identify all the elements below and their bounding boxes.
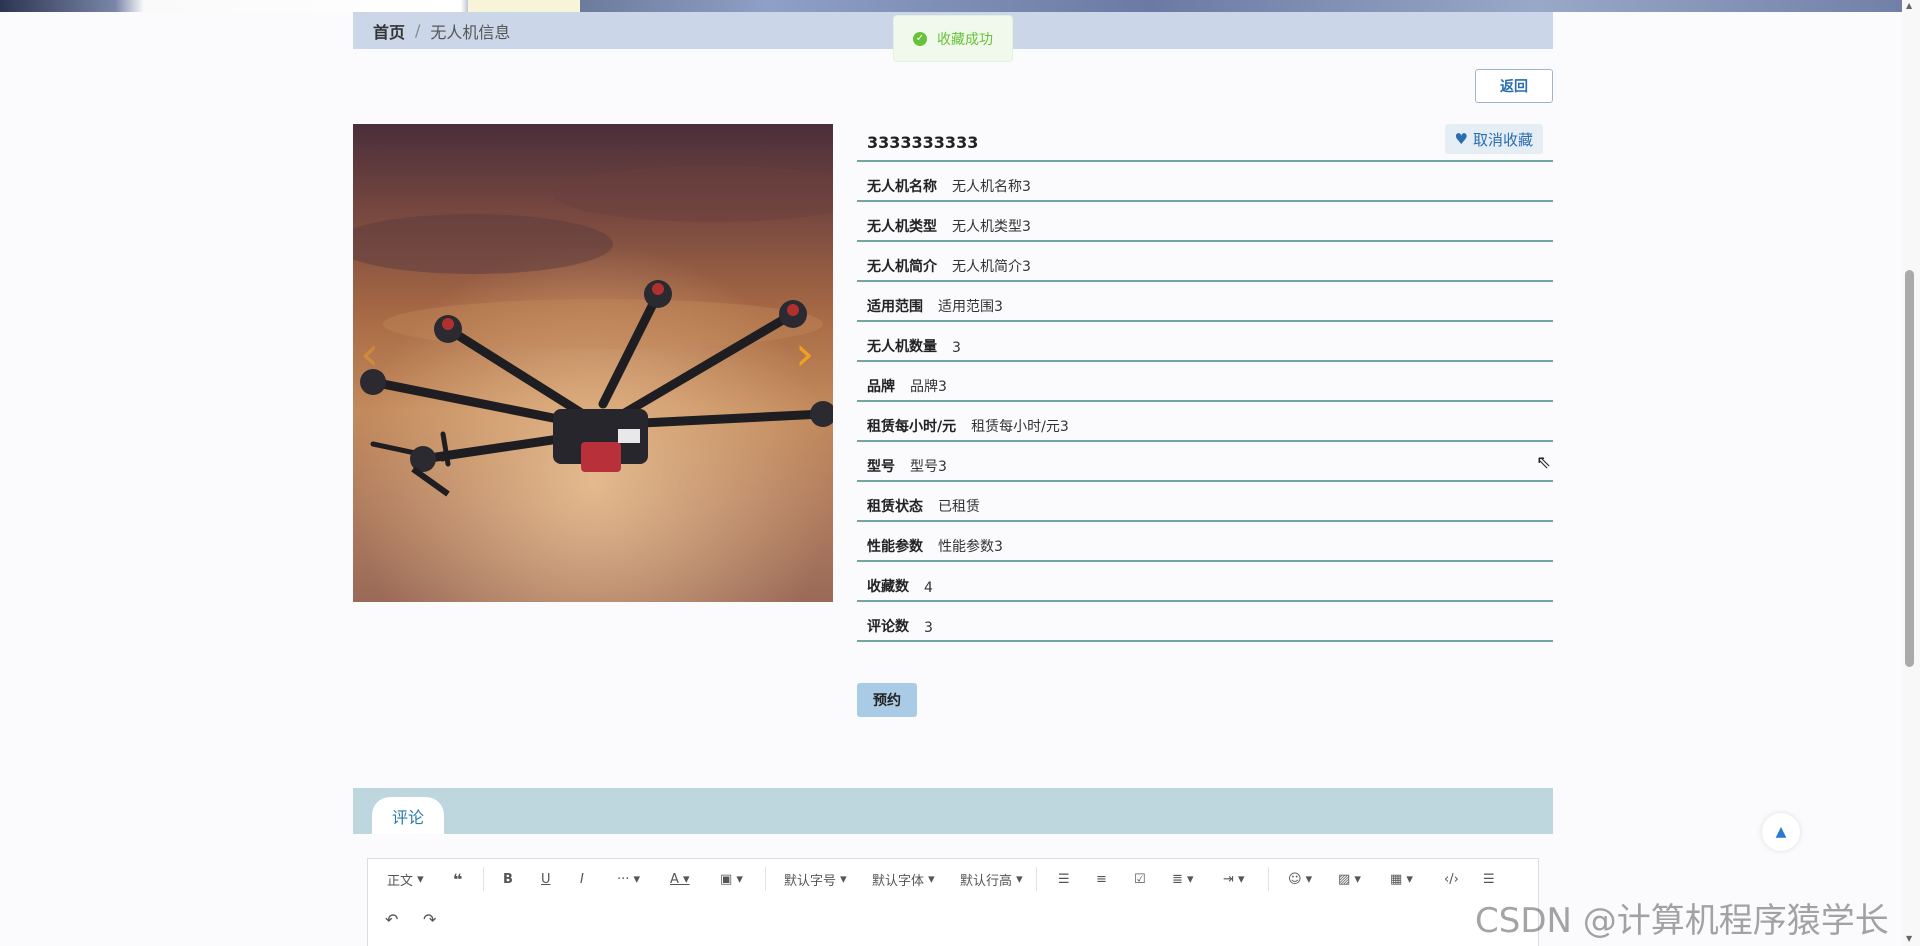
detail-field-row: 无人机名称 无人机名称3 xyxy=(857,162,1553,202)
font-color-icon[interactable]: A ▾ xyxy=(670,859,690,899)
comment-editor[interactable]: 正文 ▾ ❝ B U I ··· ▾ A ▾ ▣ ▾ 默认字号 ▾ 默认字体 ▾… xyxy=(367,858,1539,946)
redo-icon[interactable]: ↷ xyxy=(423,899,436,939)
detail-field-row: 型号 型号3 xyxy=(857,442,1553,482)
bold-icon[interactable]: B xyxy=(503,859,513,899)
font-family-dropdown[interactable]: 默认字体 ▾ xyxy=(872,859,935,899)
heart-icon: ♥ xyxy=(1454,130,1468,148)
toolbar-divider xyxy=(1268,867,1269,891)
field-label: 收藏数 xyxy=(867,579,909,595)
detail-field-row: 收藏数 4 xyxy=(857,562,1553,602)
undo-icon[interactable]: ↶ xyxy=(385,899,398,939)
code-icon[interactable]: ‹/› xyxy=(1444,859,1459,899)
book-button[interactable]: 预约 xyxy=(857,683,917,717)
drone-detail-panel: 3333333333 ♥ 取消收藏 无人机名称 无人机名称3 无人机类型 无人机类型3… xyxy=(857,124,1553,642)
indent-icon[interactable]: ⇥ ▾ xyxy=(1223,859,1245,899)
field-value: 已租赁 xyxy=(938,499,980,515)
bullet-list-icon[interactable]: ☰ xyxy=(1058,859,1070,899)
line-height-dropdown[interactable]: 默认行高 ▾ xyxy=(960,859,1023,899)
field-label: 品牌 xyxy=(867,379,895,395)
check-circle-icon: ✓ xyxy=(913,31,927,46)
detail-field-row: 无人机数量 3 xyxy=(857,322,1553,362)
image-icon[interactable]: ▨ ▾ xyxy=(1338,859,1361,899)
toolbar-divider xyxy=(483,867,484,891)
field-label: 无人机名称 xyxy=(867,179,937,195)
field-label: 无人机数量 xyxy=(867,339,937,355)
detail-field-row: 无人机类型 无人机类型3 xyxy=(857,202,1553,242)
toolbar-divider xyxy=(765,867,766,891)
field-label: 无人机类型 xyxy=(867,219,937,235)
detail-title-row: 3333333333 ♥ 取消收藏 xyxy=(857,124,1553,162)
detail-field-row: 无人机简介 无人机简介3 xyxy=(857,242,1553,282)
drone-image xyxy=(353,124,833,602)
unfavorite-label: 取消收藏 xyxy=(1472,130,1533,149)
tab-comments[interactable]: 评论 xyxy=(372,797,444,834)
detail-fields: 无人机名称 无人机名称3 无人机类型 无人机类型3 无人机简介 无人机简介3 适用范围 适用范… xyxy=(857,162,1553,642)
detail-field-row: 租赁状态 已租赁 xyxy=(857,482,1553,522)
field-value: 4 xyxy=(924,580,933,596)
detail-field-row: 适用范围 适用范围3 xyxy=(857,282,1553,322)
breadcrumb-home[interactable]: 首页 xyxy=(373,19,405,43)
quote-icon[interactable]: ❝ xyxy=(453,859,462,899)
breadcrumb-separator: / xyxy=(415,21,421,40)
field-value: 3 xyxy=(924,620,933,636)
drone-image-carousel[interactable] xyxy=(353,124,833,602)
back-to-top-button[interactable]: ▲ xyxy=(1762,813,1800,851)
scroll-down-arrow-icon[interactable]: ▼ xyxy=(1906,934,1912,943)
font-size-dropdown[interactable]: 默认字号 ▾ xyxy=(784,859,847,899)
drone-title: 3333333333 xyxy=(867,132,979,152)
field-label: 型号 xyxy=(867,459,895,475)
scroll-up-arrow-icon[interactable]: ▲ xyxy=(1906,1,1912,10)
comments-bar xyxy=(353,788,1553,834)
carousel-next-icon[interactable]: › xyxy=(795,330,814,378)
field-label: 适用范围 xyxy=(867,299,923,315)
field-label: 租赁每小时/元 xyxy=(867,419,957,435)
field-value: 性能参数3 xyxy=(938,539,1003,555)
field-value: 无人机简介3 xyxy=(952,259,1031,275)
more-styles-icon[interactable]: ··· ▾ xyxy=(617,859,640,899)
toast-message: 收藏成功 xyxy=(937,31,993,48)
field-value: 租赁每小时/元3 xyxy=(971,419,1069,435)
breadcrumb-current: 无人机信息 xyxy=(430,22,511,42)
carousel-prev-icon[interactable]: ‹ xyxy=(360,330,379,378)
scrollbar-thumb[interactable] xyxy=(1905,270,1914,667)
caret-up-icon: ▲ xyxy=(1775,824,1787,840)
field-value: 品牌3 xyxy=(910,379,947,395)
success-toast: ✓ 收藏成功 xyxy=(893,15,1013,62)
back-button[interactable]: 返回 xyxy=(1475,69,1553,103)
toolbar-divider xyxy=(1036,867,1037,891)
paragraph-style-dropdown[interactable]: 正文 ▾ xyxy=(387,859,424,899)
mouse-cursor-icon: ⇖ xyxy=(1536,452,1552,473)
todo-list-icon[interactable]: ☑ xyxy=(1134,859,1146,899)
align-icon[interactable]: ≣ ▾ xyxy=(1172,859,1194,899)
field-value: 无人机类型3 xyxy=(952,219,1031,235)
field-label: 性能参数 xyxy=(867,539,923,555)
italic-icon[interactable]: I xyxy=(580,859,584,899)
detail-field-row: 评论数 3 xyxy=(857,602,1553,642)
numbered-list-icon[interactable]: ≡ xyxy=(1096,859,1107,899)
field-value: 型号3 xyxy=(910,459,947,475)
emoji-icon[interactable]: ☺ ▾ xyxy=(1288,859,1312,899)
detail-field-row: 性能参数 性能参数3 xyxy=(857,522,1553,562)
field-value: 适用范围3 xyxy=(938,299,1003,315)
detail-field-row: 品牌 品牌3 xyxy=(857,362,1553,402)
table-icon[interactable]: ▦ ▾ xyxy=(1390,859,1413,899)
field-label: 无人机简介 xyxy=(867,259,937,275)
detail-field-row: 租赁每小时/元 租赁每小时/元3 xyxy=(857,402,1553,442)
unfavorite-button[interactable]: ♥ 取消收藏 xyxy=(1444,124,1543,154)
field-label: 租赁状态 xyxy=(867,499,923,515)
field-value: 3 xyxy=(952,340,961,356)
underline-icon[interactable]: U xyxy=(541,859,551,899)
background-color-icon[interactable]: ▣ ▾ xyxy=(720,859,743,899)
field-label: 评论数 xyxy=(867,619,909,635)
top-banner-strip xyxy=(0,0,1920,12)
field-value: 无人机名称3 xyxy=(952,179,1031,195)
watermark: CSDN @计算机程序猿学长 xyxy=(1475,901,1889,941)
